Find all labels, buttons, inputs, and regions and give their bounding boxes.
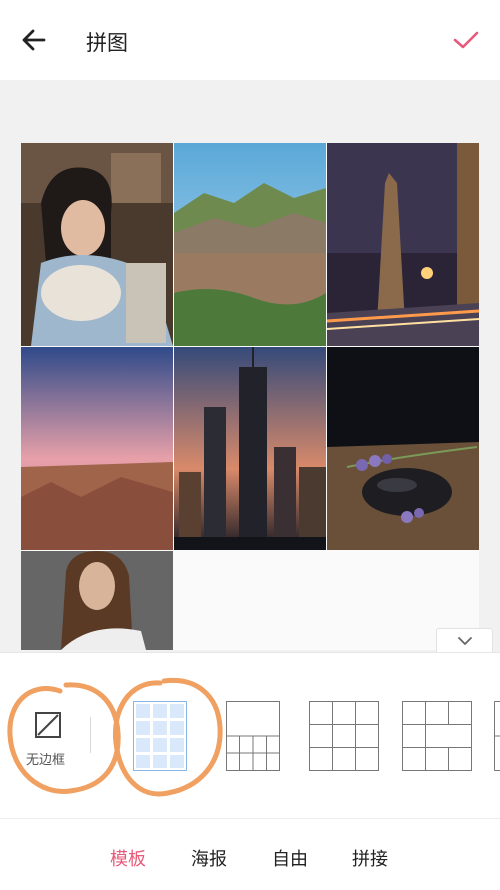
back-arrow-icon[interactable] [18, 24, 50, 56]
tab-free[interactable]: 自由 [272, 845, 308, 871]
no-border-icon [35, 712, 61, 738]
divider [90, 717, 91, 753]
collage-photo-canyon-sunset[interactable] [21, 347, 173, 550]
top-bar: 拼图 [0, 0, 500, 80]
collage-photo-lavender-stone[interactable] [327, 347, 479, 550]
tab-template[interactable]: 模板 [110, 845, 146, 871]
bottom-tab-bar: 模板 海报 自由 拼接 [0, 818, 500, 890]
collage-photo-flatiron-night[interactable] [327, 143, 479, 346]
collage-canvas-area [0, 80, 500, 650]
collage-photo-mountain-town[interactable] [174, 143, 326, 346]
tab-poster[interactable]: 海报 [191, 845, 227, 871]
template-layout-4[interactable] [402, 701, 472, 771]
collage-photo-woman-wavy-hair[interactable] [21, 551, 173, 650]
template-panel: 无边框 [0, 652, 500, 819]
collapse-panel-button[interactable] [436, 628, 493, 655]
template-grid-3x4-selected[interactable] [133, 701, 187, 771]
no-border-option[interactable]: 无边框 [18, 703, 78, 773]
confirm-check-icon[interactable] [452, 28, 480, 52]
template-layout-2[interactable] [226, 701, 280, 771]
template-layout-5-partial[interactable] [494, 701, 500, 771]
collage-photo-city-skyline[interactable] [174, 347, 326, 550]
collage-grid[interactable] [21, 143, 479, 650]
template-layout-3[interactable] [309, 701, 379, 771]
tab-stitch[interactable]: 拼接 [352, 845, 388, 871]
page-title: 拼图 [86, 31, 128, 55]
collage-photo-woman-portrait[interactable] [21, 143, 173, 346]
no-border-label: 无边框 [26, 753, 66, 768]
chevron-down-icon [458, 637, 472, 645]
